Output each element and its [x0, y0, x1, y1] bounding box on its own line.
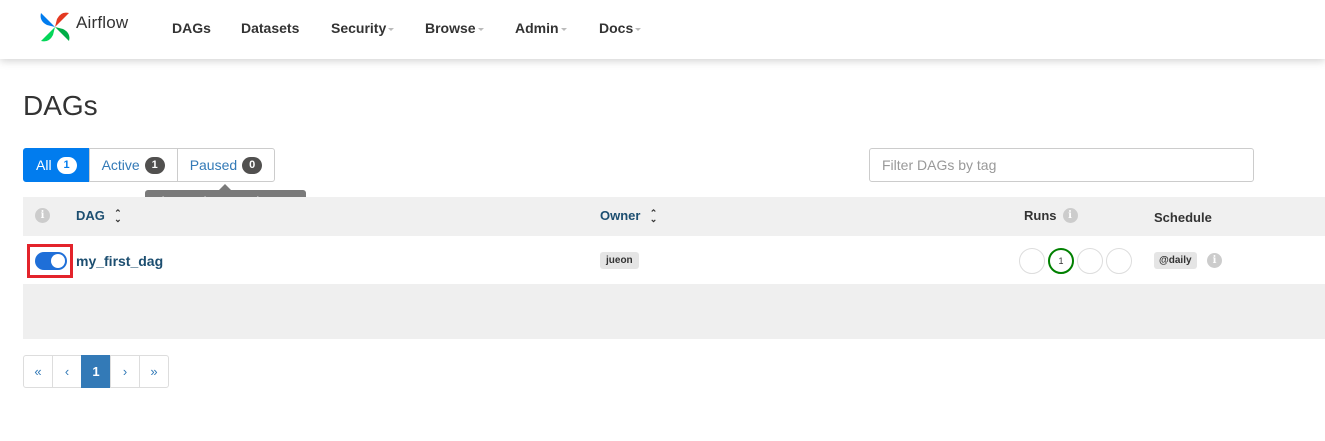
nav-dags-label: DAGs: [172, 20, 211, 36]
schedule-tag[interactable]: @daily: [1154, 252, 1197, 269]
caret-down-icon: [388, 27, 395, 31]
toggle-knob: [51, 254, 65, 268]
header-runs-label: Runs: [1024, 208, 1057, 223]
header-dag-label: DAG: [76, 208, 105, 223]
caret-down-icon: [560, 27, 567, 31]
brand-name: Airflow: [76, 12, 129, 32]
owner-tag[interactable]: jueon: [600, 252, 639, 269]
page-title: DAGs: [23, 90, 98, 121]
info-icon: i: [35, 208, 50, 223]
filter-active-label: Active: [101, 157, 140, 173]
nav-admin-label: Admin: [515, 20, 559, 36]
page-prev-button[interactable]: ‹: [52, 355, 82, 388]
nav-security[interactable]: Security: [331, 20, 395, 36]
info-icon[interactable]: i: [1062, 208, 1078, 223]
run-state-circle-success[interactable]: 1: [1048, 248, 1074, 274]
nav-datasets[interactable]: Datasets: [241, 20, 299, 36]
page-next-button[interactable]: ›: [110, 355, 140, 388]
filter-all-count-badge: 1: [56, 156, 77, 174]
page-last-button[interactable]: »: [139, 355, 169, 388]
pagination: « ‹ 1 › »: [23, 355, 169, 388]
nav-browse[interactable]: Browse: [425, 20, 484, 36]
caret-down-icon: [477, 27, 484, 31]
nav-datasets-label: Datasets: [241, 20, 300, 36]
nav-docs-label: Docs: [599, 20, 634, 36]
nav-docs[interactable]: Docs: [599, 20, 642, 36]
nav-security-label: Security: [331, 20, 387, 36]
airflow-logo-icon: [40, 12, 70, 42]
run-state-circle[interactable]: [1106, 248, 1132, 274]
filter-active-count-badge: 1: [144, 156, 165, 174]
header-info: i: [35, 208, 50, 223]
header-runs: Runs i: [1024, 208, 1078, 223]
sort-icon: ⌃ ⌄: [114, 207, 122, 224]
status-filter-group: All 1 Active 1 Paused 0: [23, 148, 276, 182]
top-navbar: Airflow DAGs Datasets Security Browse Ad…: [0, 0, 1325, 59]
filter-all-label: All: [36, 157, 52, 173]
nav-admin[interactable]: Admin: [515, 20, 567, 36]
page-current-button[interactable]: 1: [81, 355, 111, 388]
table-row: my_first_dag jueon 1 @daily i: [23, 236, 1325, 284]
run-state-circle[interactable]: [1077, 248, 1103, 274]
header-schedule: Schedule: [1154, 210, 1212, 225]
schedule-info-icon[interactable]: i: [1207, 253, 1222, 268]
dag-id-link[interactable]: my_first_dag: [76, 253, 163, 269]
sort-icon: ⌃ ⌄: [649, 207, 658, 224]
dags-table: i DAG ⌃ ⌄ Owner ⌃ ⌄ Runs i Schedule my_fir…: [23, 197, 1325, 339]
airflow-brand[interactable]: Airflow: [37, 9, 128, 45]
header-schedule-label: Schedule: [1154, 210, 1212, 225]
header-dag[interactable]: DAG ⌃ ⌄: [76, 208, 123, 223]
nav-dags[interactable]: DAGs: [172, 20, 211, 36]
pause-toggle[interactable]: [35, 252, 67, 270]
header-owner[interactable]: Owner ⌃ ⌄: [600, 208, 658, 223]
filter-all-button[interactable]: All 1: [23, 148, 90, 182]
tag-filter-input[interactable]: [869, 148, 1254, 182]
nav-browse-label: Browse: [425, 20, 476, 36]
pause-toggle-highlight: [27, 244, 73, 278]
filter-paused-button[interactable]: Paused 0: [176, 148, 276, 182]
table-footer-row: [23, 284, 1325, 339]
page-first-button[interactable]: «: [23, 355, 53, 388]
filter-paused-count-badge: 0: [242, 156, 263, 174]
table-header: i DAG ⌃ ⌄ Owner ⌃ ⌄ Runs i Schedule: [23, 197, 1325, 236]
caret-down-icon: [635, 27, 642, 31]
filter-paused-label: Paused: [189, 157, 238, 173]
filter-active-button[interactable]: Active 1: [88, 148, 178, 182]
run-state-circle[interactable]: [1019, 248, 1045, 274]
header-owner-label: Owner: [600, 208, 641, 223]
